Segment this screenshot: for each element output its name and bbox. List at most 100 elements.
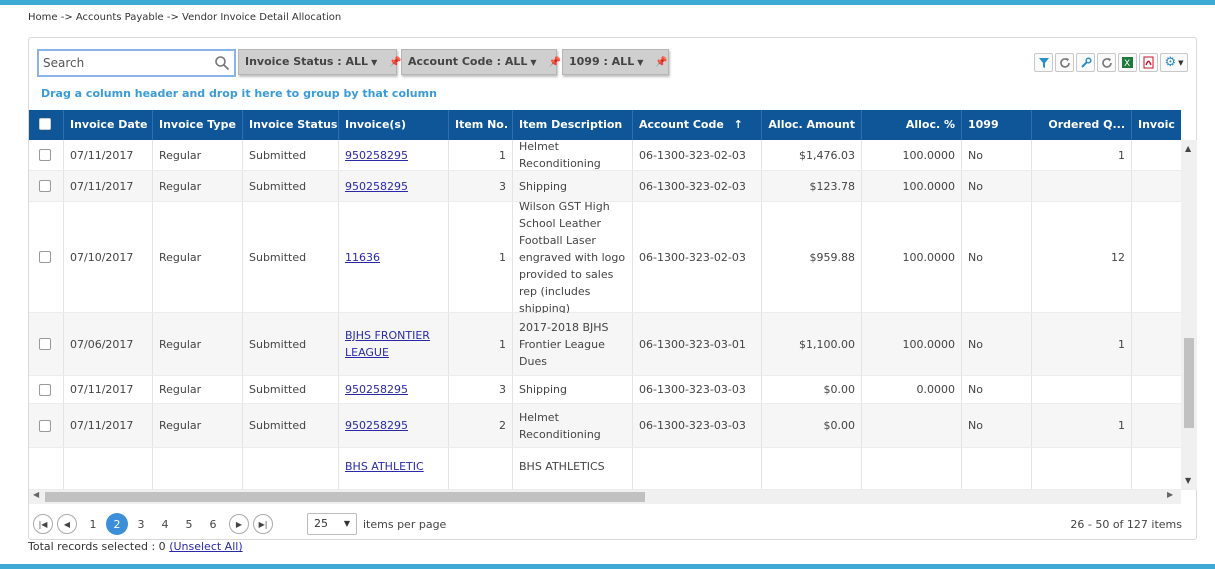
cell-text: 07/11/2017 [70, 419, 134, 432]
invoice-link[interactable]: 950258295 [345, 147, 408, 164]
invoice-link[interactable]: 950258295 [345, 417, 408, 434]
cell-text: No [968, 250, 983, 264]
cell-text: 06-1300-323-03-03 [639, 383, 746, 396]
cell-desc: Helmet Reconditioning [513, 404, 633, 447]
cell-text: Submitted [249, 419, 307, 432]
settings-menu[interactable]: ⚙ ▼ [1160, 53, 1188, 72]
table-row[interactable]: 07/11/2017 Regular Submitted 950258295 2 Helm… [29, 404, 1181, 448]
horizontal-scrollbar[interactable]: ◀ ▶ [29, 490, 1181, 504]
cell-ordered: 12 [1032, 202, 1132, 312]
cell-text: 100.0000 [902, 337, 956, 351]
header-alloc-amount[interactable]: Alloc. Amount [762, 110, 862, 140]
scroll-up-icon[interactable]: ▲ [1185, 144, 1191, 153]
last-page-button[interactable]: ▶| [253, 514, 273, 534]
cell-account: 06-1300-323-03-03 [633, 404, 762, 447]
header-item-no[interactable]: Item No. [449, 110, 513, 140]
header-invoice-status[interactable]: Invoice Status [243, 110, 339, 140]
row-checkbox[interactable] [39, 419, 51, 432]
table-row[interactable]: 07/11/2017 Regular Submitted 950258295 1 Helm… [29, 140, 1181, 171]
table-row[interactable]: 07/10/2017 Regular Submitted 11636 1 Wilson G… [29, 200, 1181, 315]
vertical-scroll-thumb[interactable] [1184, 338, 1194, 428]
cell-text: 2017-2018 BJHS Frontier League Dues [519, 320, 609, 368]
invoice-status-filter[interactable]: Invoice Status : ALL ▼ 📌 [238, 49, 402, 75]
row-checkbox[interactable] [39, 338, 51, 350]
header-invoice-type[interactable]: Invoice Type [153, 110, 243, 140]
cell-text: $1,100.00 [799, 337, 855, 351]
page-number[interactable]: 1 [82, 513, 104, 535]
select-all-checkbox[interactable] [39, 118, 51, 130]
vertical-scrollbar[interactable]: ▲ ▼ [1181, 140, 1197, 490]
header-1099[interactable]: 1099 [962, 110, 1032, 140]
cell-text: No [968, 419, 983, 432]
header-account-code[interactable]: Account Code ↑ [633, 110, 762, 140]
cell-item-no: 3 [449, 376, 513, 403]
cell-pct: 100.0000 [862, 202, 962, 312]
header-select-all[interactable] [29, 110, 64, 140]
table-row[interactable]: BHS ATHLETIC BHS ATHLETICS [29, 448, 1181, 490]
cell-text: 3 [499, 383, 506, 396]
reset-filter-icon[interactable] [1055, 53, 1074, 72]
invoice-link[interactable]: BJHS FRONTIER LEAGUE [345, 327, 442, 361]
cell-text: 100.0000 [902, 179, 956, 193]
excel-export-icon[interactable]: X [1118, 53, 1137, 72]
reset-settings-icon[interactable] [1097, 53, 1116, 72]
header-item-description[interactable]: Item Description [513, 110, 633, 140]
header-invoice-date[interactable]: Invoice Date [64, 110, 153, 140]
unselect-all-link[interactable]: (Unselect All) [169, 540, 242, 553]
caret-down-icon: ▼ [530, 58, 537, 67]
table-row[interactable]: 07/11/2017 Regular Submitted 950258295 3 Ship… [29, 376, 1181, 404]
search-icon[interactable] [214, 55, 230, 71]
header-invoice-extra[interactable]: Invoic [1132, 110, 1181, 140]
header-invoices[interactable]: Invoice(s) [339, 110, 449, 140]
cell-text: Submitted [249, 250, 307, 264]
row-checkbox[interactable] [39, 251, 51, 263]
cell-invoice: BHS ATHLETIC [339, 448, 449, 489]
page-number[interactable]: 6 [202, 513, 224, 535]
row-checkbox[interactable] [39, 149, 51, 161]
row-checkbox[interactable] [39, 383, 51, 396]
next-page-button[interactable]: ▶ [229, 514, 249, 534]
wrench-icon[interactable] [1076, 53, 1095, 72]
cell-text: 06-1300-323-02-03 [639, 250, 746, 264]
cell-status: Submitted [243, 202, 339, 312]
invoice-link[interactable]: 11636 [345, 249, 380, 266]
cell-text: 1 [499, 250, 506, 264]
page-number[interactable]: 4 [154, 513, 176, 535]
table-row[interactable]: 07/06/2017 Regular Submitted BJHS FRONTIER … [29, 313, 1181, 376]
scroll-right-icon[interactable]: ▶ [1167, 490, 1173, 499]
page-size-select[interactable]: 25 ▼ [307, 513, 357, 535]
cell-ordered [1032, 448, 1132, 489]
invoice-link[interactable]: 950258295 [345, 381, 408, 398]
header-ordered-qty[interactable]: Ordered Q... [1032, 110, 1132, 140]
sort-ascending-icon: ↑ [733, 118, 743, 131]
pin-icon[interactable]: 📌 [549, 51, 561, 75]
account-code-filter[interactable]: Account Code : ALL ▼ 📌 [401, 49, 561, 75]
1099-filter[interactable]: 1099 : ALL ▼ 📌 [562, 49, 669, 75]
search-input[interactable] [39, 51, 209, 75]
horizontal-scroll-thumb[interactable] [45, 492, 645, 502]
cell-type: Regular [153, 404, 243, 447]
cell-text: 07/11/2017 [70, 179, 134, 193]
pdf-export-icon[interactable] [1139, 53, 1158, 72]
row-checkbox[interactable] [39, 180, 51, 192]
first-page-button[interactable]: |◀ [33, 514, 53, 534]
invoice-link[interactable]: BHS ATHLETIC [345, 458, 424, 475]
row-select-cell [29, 202, 64, 312]
page-number[interactable]: 2 [106, 513, 128, 535]
cell-date: 07/11/2017 [64, 140, 153, 170]
scroll-left-icon[interactable]: ◀ [33, 490, 39, 499]
invoice-link[interactable]: 950258295 [345, 178, 408, 195]
header-alloc-pct[interactable]: Alloc. % [862, 110, 962, 140]
cell-text: No [968, 179, 983, 193]
cell-f1099: No [962, 313, 1032, 375]
pin-icon[interactable]: 📌 [655, 51, 667, 75]
page-number[interactable]: 5 [178, 513, 200, 535]
filter-icon[interactable] [1034, 53, 1053, 72]
scroll-down-icon[interactable]: ▼ [1185, 476, 1191, 485]
cell-text: Regular [159, 179, 202, 193]
row-select-cell [29, 376, 64, 403]
page-number[interactable]: 3 [130, 513, 152, 535]
pin-icon[interactable]: 📌 [389, 51, 401, 75]
search-box[interactable] [37, 49, 236, 77]
prev-page-button[interactable]: ◀ [57, 514, 77, 534]
